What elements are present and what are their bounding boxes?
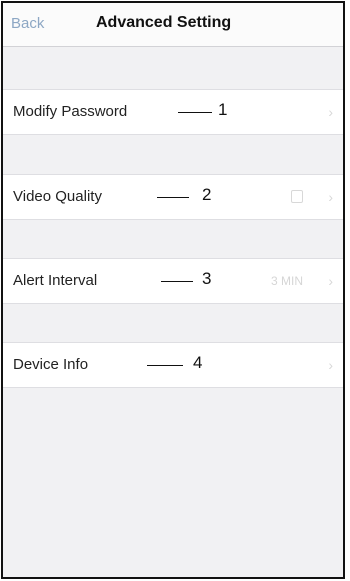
modify-password-row[interactable]: Modify Password 1 › [3, 89, 343, 135]
row-label: Alert Interval [13, 272, 98, 289]
screen-frame: Back Advanced Setting Modify Password 1 … [1, 1, 345, 579]
device-info-row[interactable]: Device Info 4 › [3, 342, 343, 388]
callout-number: 2 [202, 185, 212, 204]
callout-number: 1 [218, 100, 228, 119]
back-button[interactable]: Back [11, 15, 44, 32]
callout-line [178, 112, 212, 113]
callout-line [147, 365, 183, 366]
callout-number: 4 [193, 353, 203, 372]
callout-line [157, 197, 189, 198]
alert-interval-value: 3 MIN [271, 274, 304, 288]
row-label: Modify Password [13, 103, 128, 120]
callout-line [161, 281, 193, 282]
chevron-right-icon: › [328, 273, 333, 289]
chevron-right-icon: › [328, 357, 333, 373]
navigation-bar: Back Advanced Setting [3, 3, 343, 47]
video-quality-row[interactable]: Video Quality 2 › [3, 174, 343, 220]
row-label: Video Quality [13, 188, 102, 205]
row-label: Device Info [13, 356, 89, 373]
alert-interval-row[interactable]: Alert Interval 3 3 MIN › [3, 258, 343, 304]
page-title: Advanced Setting [96, 14, 232, 31]
callout-number: 3 [202, 269, 212, 288]
chevron-right-icon: › [328, 104, 333, 120]
chevron-right-icon: › [328, 189, 333, 205]
hd-icon [291, 190, 303, 203]
